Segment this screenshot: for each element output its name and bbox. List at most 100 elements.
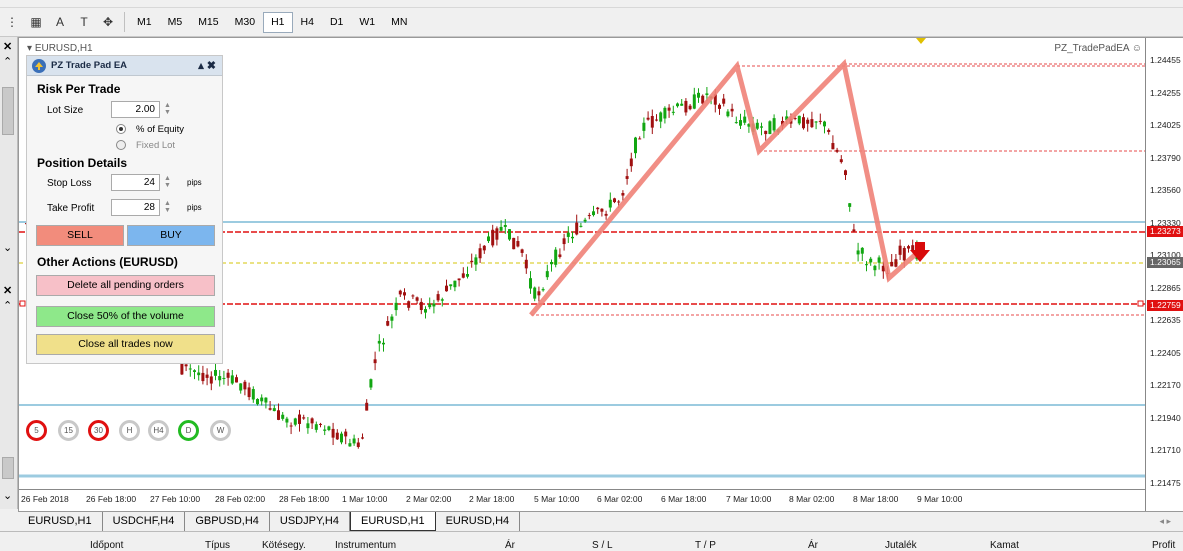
order-marker bbox=[1137, 300, 1144, 307]
candle-body bbox=[424, 309, 427, 313]
timeframe-circle-button[interactable]: D bbox=[178, 420, 199, 441]
terminal-column-header[interactable]: Jutalék bbox=[885, 540, 917, 551]
price-axis[interactable]: 1.24455 1.24255 1.24025 1.23790 1.23560 1.233… bbox=[1145, 38, 1183, 512]
price-tick-label: 1.21940 bbox=[1150, 412, 1181, 423]
chart-tab[interactable]: USDCHF,H4 bbox=[103, 512, 186, 531]
terminal-column-header[interactable]: Kötésegy. bbox=[262, 540, 306, 551]
scroll-up-icon[interactable]: ⌃ bbox=[3, 299, 12, 312]
timeframe-circle-button[interactable]: H4 bbox=[148, 420, 169, 441]
candle-body bbox=[201, 372, 205, 382]
candle-body bbox=[432, 303, 436, 307]
candle-body bbox=[692, 94, 696, 109]
chart-tab[interactable]: GBPUSD,H4 bbox=[185, 512, 270, 531]
arrows-tool-icon[interactable]: ✥ bbox=[97, 11, 119, 33]
take-profit-input[interactable]: 28 bbox=[111, 199, 160, 216]
grid-icon[interactable]: ▦ bbox=[25, 11, 47, 33]
chart-tab[interactable]: EURUSD,H1 bbox=[350, 512, 436, 531]
chart-tab[interactable]: EURUSD,H1 bbox=[18, 512, 103, 531]
candle-body bbox=[655, 119, 658, 121]
chart-symbol-label: ▾ EURUSD,H1 bbox=[27, 43, 93, 54]
close-icon[interactable]: ✖ bbox=[207, 60, 216, 72]
candle-body bbox=[419, 301, 423, 311]
take-profit-stepper[interactable]: ▲ ▼ bbox=[164, 200, 174, 214]
candle-body bbox=[596, 207, 600, 210]
trade-pad-titlebar[interactable]: PZ Trade Pad EA ▴ ✖ bbox=[27, 56, 222, 76]
timeframe-d1[interactable]: D1 bbox=[322, 12, 351, 33]
timeframe-circle-button[interactable]: 5 bbox=[26, 420, 47, 441]
lot-size-stepper[interactable]: ▲ ▼ bbox=[164, 102, 174, 116]
terminal-column-header[interactable]: Instrumentum bbox=[335, 540, 396, 551]
terminal-table-header: Időpont Típus Kötésegy. Instrumentum Ár S / L… bbox=[0, 531, 1183, 551]
time-axis[interactable]: 26 Feb 2018 26 Feb 18:00 27 Feb 10:00 28 Fe… bbox=[19, 489, 1145, 511]
timeframe-m1[interactable]: M1 bbox=[129, 12, 160, 33]
candle-body bbox=[386, 321, 390, 326]
scrollbar-thumb[interactable] bbox=[2, 457, 14, 479]
terminal-column-header[interactable]: Időpont bbox=[90, 540, 123, 551]
lot-size-input[interactable]: 2.00 bbox=[111, 101, 160, 118]
stop-loss-stepper[interactable]: ▲ ▼ bbox=[164, 175, 174, 189]
text-label-icon[interactable]: T bbox=[73, 11, 95, 33]
price-tick-label: 1.22170 bbox=[1150, 380, 1181, 390]
fixed-lot-radio[interactable] bbox=[116, 140, 126, 150]
candle-body bbox=[638, 138, 642, 140]
scroll-up-icon[interactable]: ⌃ bbox=[3, 55, 12, 68]
timeframe-circle-button[interactable]: 15 bbox=[58, 420, 79, 441]
price-tag: 1.23065 bbox=[1147, 257, 1183, 268]
candle-body bbox=[571, 236, 574, 239]
terminal-column-header[interactable]: Ár bbox=[505, 540, 515, 551]
chart-tab[interactable]: EURUSD,H4 bbox=[436, 512, 521, 531]
timeframe-m15[interactable]: M15 bbox=[190, 12, 226, 33]
minimize-icon[interactable]: ▴ bbox=[198, 60, 204, 72]
text-tool-icon[interactable]: A bbox=[49, 11, 71, 33]
timeframe-h1[interactable]: H1 bbox=[263, 11, 293, 33]
delete-pending-button[interactable]: Delete all pending orders bbox=[36, 275, 215, 296]
shift-marker-icon[interactable] bbox=[916, 38, 926, 44]
candle-body bbox=[394, 302, 398, 311]
price-tick-label: 1.24255 bbox=[1150, 87, 1181, 98]
timeframe-circle-button[interactable]: H bbox=[119, 420, 140, 441]
timeframe-h4[interactable]: H4 bbox=[293, 12, 322, 33]
candle-body bbox=[550, 261, 553, 265]
buy-button[interactable]: BUY bbox=[127, 225, 215, 246]
candle-body bbox=[340, 433, 343, 443]
candle-body bbox=[705, 93, 709, 95]
terminal-column-header[interactable]: Profit bbox=[1152, 540, 1175, 551]
close-all-button[interactable]: Close all trades now bbox=[36, 334, 215, 355]
candle-body bbox=[474, 257, 478, 265]
close-half-button[interactable]: Close 50% of the volume bbox=[36, 306, 215, 327]
candle-body bbox=[621, 193, 625, 196]
terminal-column-header[interactable]: T / P bbox=[695, 540, 716, 551]
time-tick-label: 6 Mar 02:00 bbox=[597, 494, 643, 504]
position-heading: Position Details bbox=[37, 156, 128, 170]
candle-body bbox=[743, 116, 747, 123]
tab-scroll-arrows-icon[interactable]: ◂ ▸ bbox=[1159, 512, 1171, 531]
timeframe-m5[interactable]: M5 bbox=[160, 12, 191, 33]
close-icon[interactable]: ✕ bbox=[3, 40, 12, 53]
chart-tab[interactable]: USDJPY,H4 bbox=[270, 512, 350, 531]
terminal-column-header[interactable]: S / L bbox=[592, 540, 613, 551]
terminal-column-header[interactable]: Ár bbox=[808, 540, 818, 551]
scroll-down-icon[interactable]: ⌄ bbox=[3, 241, 12, 254]
candle-body bbox=[831, 143, 835, 150]
timeframe-mn[interactable]: MN bbox=[383, 12, 415, 33]
terminal-column-header[interactable]: Kamat bbox=[990, 540, 1019, 551]
stop-loss-input[interactable]: 24 bbox=[111, 174, 160, 191]
candle-body bbox=[344, 431, 348, 437]
candle-body bbox=[739, 120, 742, 126]
sell-button[interactable]: SELL bbox=[36, 225, 124, 246]
timeframe-circle-button[interactable]: W bbox=[210, 420, 231, 441]
scrollbar-thumb[interactable] bbox=[2, 87, 14, 135]
candle-body bbox=[264, 397, 268, 403]
terminal-column-header[interactable]: Típus bbox=[205, 540, 230, 551]
scroll-down-icon[interactable]: ⌄ bbox=[3, 489, 12, 502]
candle-body bbox=[369, 379, 373, 388]
close-icon[interactable]: ✕ bbox=[3, 284, 12, 297]
timeframe-circle-button[interactable]: 30 bbox=[88, 420, 109, 441]
candle-body bbox=[466, 274, 469, 277]
timeframe-m30[interactable]: M30 bbox=[227, 12, 263, 33]
candle-body bbox=[214, 369, 217, 376]
candle-body bbox=[844, 170, 847, 176]
candle-body bbox=[600, 208, 604, 212]
equity-radio[interactable] bbox=[116, 124, 126, 134]
timeframe-w1[interactable]: W1 bbox=[351, 12, 383, 33]
